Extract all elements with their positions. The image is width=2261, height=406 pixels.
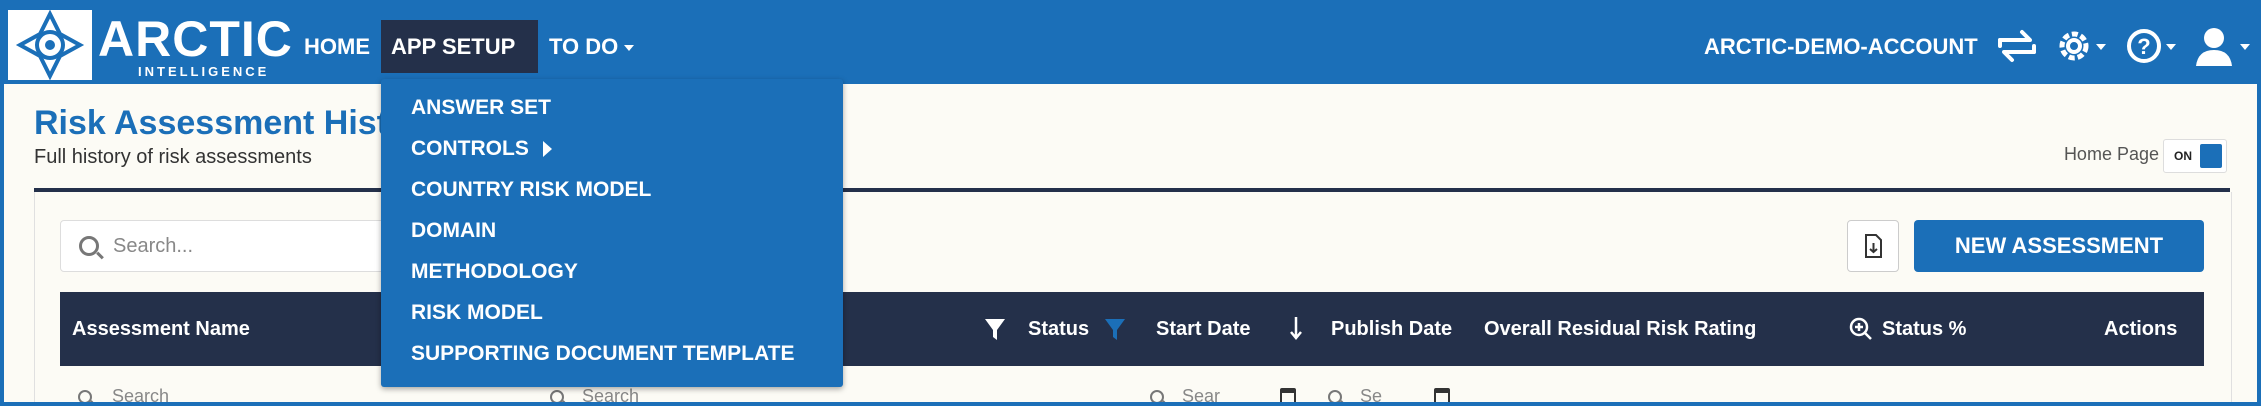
- file-download-icon: [1865, 234, 1882, 258]
- arctic-logo-icon[interactable]: [8, 9, 92, 81]
- switch-account-icon[interactable]: [1994, 26, 2040, 71]
- chevron-right-icon: [542, 141, 552, 158]
- calendar-icon[interactable]: [1280, 388, 1296, 402]
- filter-icon[interactable]: [983, 292, 1007, 366]
- zoom-in-icon[interactable]: [1848, 292, 1874, 366]
- nav-home[interactable]: HOME: [294, 20, 380, 73]
- svg-text:?: ?: [2137, 34, 2150, 59]
- sort-desc-icon[interactable]: [1288, 292, 1304, 366]
- search-input[interactable]: Search...: [60, 220, 390, 272]
- chevron-down-icon: [624, 45, 635, 52]
- filter-name-input[interactable]: Search: [112, 386, 169, 402]
- export-button[interactable]: [1847, 220, 1899, 272]
- menu-item-country-risk-model[interactable]: COUNTRY RISK MODEL: [411, 178, 651, 202]
- menu-item-controls-label: CONTROLS: [411, 137, 529, 160]
- menu-item-supporting-document-template[interactable]: SUPPORTING DOCUMENT TEMPLATE: [411, 342, 794, 366]
- search-icon: [1328, 390, 1342, 402]
- search-icon: [1150, 390, 1164, 402]
- settings-gear-icon[interactable]: [2054, 26, 2110, 71]
- help-icon[interactable]: ?: [2126, 26, 2182, 71]
- col-publish-date[interactable]: Publish Date: [1331, 292, 1452, 366]
- col-assessment-name[interactable]: Assessment Name: [72, 292, 250, 366]
- filter-start-date-input[interactable]: Sear: [1182, 386, 1220, 402]
- search-icon: [79, 236, 99, 256]
- menu-item-domain[interactable]: DOMAIN: [411, 219, 496, 243]
- search-icon: [550, 390, 564, 402]
- filter-publish-date-input[interactable]: Se: [1360, 386, 1382, 402]
- app-window: ARCTIC INTELLIGENCE HOME APP SETUP TO DO…: [4, 4, 2257, 402]
- home-page-toggle[interactable]: ON: [2163, 139, 2227, 173]
- brand-subtitle: INTELLIGENCE: [138, 64, 270, 79]
- calendar-icon[interactable]: [1434, 388, 1450, 402]
- nav-app-setup-label: APP SETUP: [391, 34, 516, 59]
- status-filter-active-icon[interactable]: [1103, 292, 1127, 366]
- col-overall-residual-risk[interactable]: Overall Residual Risk Rating: [1484, 292, 1756, 366]
- page-title: Risk Assessment Hist: [34, 104, 389, 142]
- col-start-date[interactable]: Start Date: [1156, 292, 1250, 366]
- user-avatar-icon[interactable]: [2194, 26, 2254, 71]
- menu-item-answer-set[interactable]: ANSWER SET: [411, 96, 551, 120]
- col-status-percent[interactable]: Status %: [1882, 292, 1966, 366]
- menu-item-methodology[interactable]: METHODOLOGY: [411, 260, 578, 284]
- toggle-knob: [2200, 144, 2222, 168]
- menu-item-controls[interactable]: CONTROLS: [411, 137, 552, 161]
- app-setup-dropdown-menu: ANSWER SET CONTROLS COUNTRY RISK MODEL D…: [381, 79, 843, 387]
- menu-item-risk-model[interactable]: RISK MODEL: [411, 301, 543, 325]
- home-page-label: Home Page: [2063, 144, 2159, 164]
- brand-name[interactable]: ARCTIC: [98, 14, 293, 64]
- col-actions: Actions: [2104, 318, 2178, 340]
- filter-col2-input[interactable]: Search: [582, 386, 639, 402]
- account-name[interactable]: ARCTIC-DEMO-ACCOUNT: [1704, 20, 1978, 73]
- nav-todo-label: TO DO: [549, 34, 619, 59]
- new-assessment-button[interactable]: NEW ASSESSMENT: [1914, 220, 2204, 272]
- toggle-state-label: ON: [2174, 149, 2192, 163]
- search-placeholder: Search...: [113, 235, 194, 257]
- search-icon: [78, 390, 92, 402]
- page-subtitle: Full history of risk assessments: [34, 146, 312, 168]
- top-navbar: ARCTIC INTELLIGENCE HOME APP SETUP TO DO…: [4, 4, 2257, 105]
- nav-todo[interactable]: TO DO: [539, 20, 644, 73]
- col-status[interactable]: Status: [1028, 292, 1089, 366]
- nav-app-setup[interactable]: APP SETUP: [381, 20, 538, 105]
